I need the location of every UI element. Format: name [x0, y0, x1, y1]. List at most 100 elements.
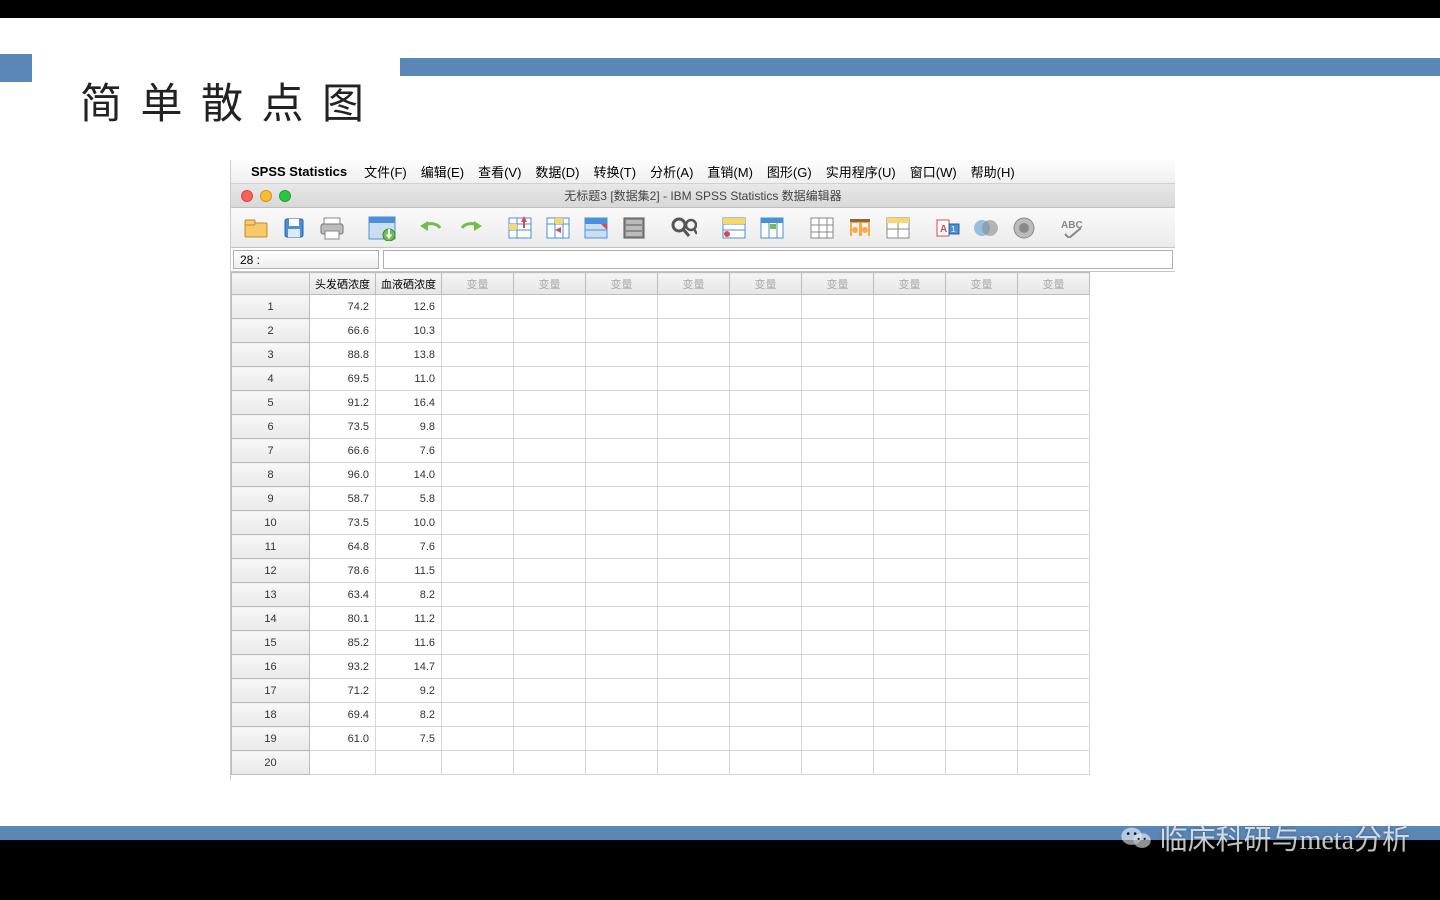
empty-cell[interactable]: [586, 655, 658, 679]
run-icon[interactable]: [1007, 212, 1041, 244]
row-header[interactable]: 10: [232, 511, 310, 535]
empty-cell[interactable]: [586, 295, 658, 319]
abc-icon[interactable]: ABC: [1057, 212, 1091, 244]
variables-icon[interactable]: [579, 212, 613, 244]
empty-cell[interactable]: [442, 535, 514, 559]
column-header-empty[interactable]: 变量: [730, 273, 802, 295]
row-header[interactable]: 7: [232, 439, 310, 463]
data-cell[interactable]: 13.8: [376, 343, 442, 367]
data-cell[interactable]: 78.6: [310, 559, 376, 583]
empty-cell[interactable]: [874, 487, 946, 511]
undo-icon[interactable]: [415, 212, 449, 244]
empty-cell[interactable]: [730, 391, 802, 415]
row-header[interactable]: 4: [232, 367, 310, 391]
row-header[interactable]: 16: [232, 655, 310, 679]
empty-cell[interactable]: [946, 751, 1018, 775]
data-cell[interactable]: 66.6: [310, 319, 376, 343]
empty-cell[interactable]: [874, 583, 946, 607]
column-header-empty[interactable]: 变量: [946, 273, 1018, 295]
data-cell[interactable]: 63.4: [310, 583, 376, 607]
empty-cell[interactable]: [946, 487, 1018, 511]
empty-cell[interactable]: [730, 727, 802, 751]
menu-item[interactable]: 数据(D): [528, 165, 586, 180]
empty-cell[interactable]: [658, 727, 730, 751]
data-cell[interactable]: 5.8: [376, 487, 442, 511]
empty-cell[interactable]: [802, 607, 874, 631]
empty-cell[interactable]: [514, 679, 586, 703]
menu-item[interactable]: 文件(F): [357, 165, 414, 180]
data-cell[interactable]: 88.8: [310, 343, 376, 367]
empty-cell[interactable]: [802, 319, 874, 343]
empty-cell[interactable]: [874, 511, 946, 535]
empty-cell[interactable]: [946, 583, 1018, 607]
data-cell[interactable]: 73.5: [310, 511, 376, 535]
empty-cell[interactable]: [874, 631, 946, 655]
data-cell[interactable]: 85.2: [310, 631, 376, 655]
empty-cell[interactable]: [442, 655, 514, 679]
empty-cell[interactable]: [658, 559, 730, 583]
empty-cell[interactable]: [1018, 655, 1090, 679]
empty-cell[interactable]: [442, 703, 514, 727]
row-header[interactable]: 15: [232, 631, 310, 655]
row-header[interactable]: 19: [232, 727, 310, 751]
data-grid[interactable]: 头发硒浓度血液硒浓度变量变量变量变量变量变量变量变量变量174.212.6266…: [231, 272, 1175, 780]
empty-cell[interactable]: [802, 367, 874, 391]
empty-cell[interactable]: [802, 439, 874, 463]
empty-cell[interactable]: [514, 703, 586, 727]
data-cell[interactable]: 58.7: [310, 487, 376, 511]
row-header[interactable]: 5: [232, 391, 310, 415]
empty-cell[interactable]: [658, 631, 730, 655]
empty-cell[interactable]: [658, 487, 730, 511]
empty-cell[interactable]: [658, 511, 730, 535]
empty-cell[interactable]: [1018, 535, 1090, 559]
empty-cell[interactable]: [874, 391, 946, 415]
empty-cell[interactable]: [946, 439, 1018, 463]
empty-cell[interactable]: [442, 463, 514, 487]
data-cell[interactable]: 12.6: [376, 295, 442, 319]
empty-cell[interactable]: [442, 319, 514, 343]
empty-cell[interactable]: [946, 511, 1018, 535]
goto-case-icon[interactable]: [503, 212, 537, 244]
empty-cell[interactable]: [946, 679, 1018, 703]
data-cell[interactable]: 11.5: [376, 559, 442, 583]
empty-cell[interactable]: [586, 703, 658, 727]
minimize-icon[interactable]: [260, 190, 272, 202]
empty-cell[interactable]: [802, 559, 874, 583]
empty-cell[interactable]: [946, 703, 1018, 727]
menu-item[interactable]: 帮助(H): [964, 165, 1022, 180]
column-header[interactable]: 血液硒浓度: [376, 273, 442, 295]
data-cell[interactable]: 14.7: [376, 655, 442, 679]
spell-check-icon[interactable]: [969, 212, 1003, 244]
empty-cell[interactable]: [874, 727, 946, 751]
row-header[interactable]: 9: [232, 487, 310, 511]
weight-cases-icon[interactable]: [755, 212, 789, 244]
app-name[interactable]: SPSS Statistics: [247, 164, 357, 179]
empty-cell[interactable]: [946, 367, 1018, 391]
empty-cell[interactable]: [802, 487, 874, 511]
row-header[interactable]: 12: [232, 559, 310, 583]
empty-cell[interactable]: [874, 439, 946, 463]
empty-cell[interactable]: [586, 367, 658, 391]
empty-cell[interactable]: [514, 295, 586, 319]
empty-cell[interactable]: [658, 655, 730, 679]
menu-item[interactable]: 分析(A): [643, 165, 700, 180]
empty-cell[interactable]: [874, 679, 946, 703]
empty-cell[interactable]: [730, 655, 802, 679]
empty-cell[interactable]: [1018, 703, 1090, 727]
menu-item[interactable]: 实用程序(U): [819, 165, 903, 180]
empty-cell[interactable]: [442, 511, 514, 535]
empty-cell[interactable]: [1018, 367, 1090, 391]
empty-cell[interactable]: [802, 583, 874, 607]
empty-cell[interactable]: [514, 511, 586, 535]
goto-var-icon[interactable]: [541, 212, 575, 244]
row-header[interactable]: 20: [232, 751, 310, 775]
empty-cell[interactable]: [514, 367, 586, 391]
menu-item[interactable]: 转换(T): [586, 165, 643, 180]
empty-cell[interactable]: [730, 535, 802, 559]
row-header[interactable]: 8: [232, 463, 310, 487]
empty-cell[interactable]: [1018, 319, 1090, 343]
empty-cell[interactable]: [1018, 415, 1090, 439]
empty-cell[interactable]: [658, 343, 730, 367]
empty-cell[interactable]: [946, 535, 1018, 559]
empty-cell[interactable]: [1018, 463, 1090, 487]
